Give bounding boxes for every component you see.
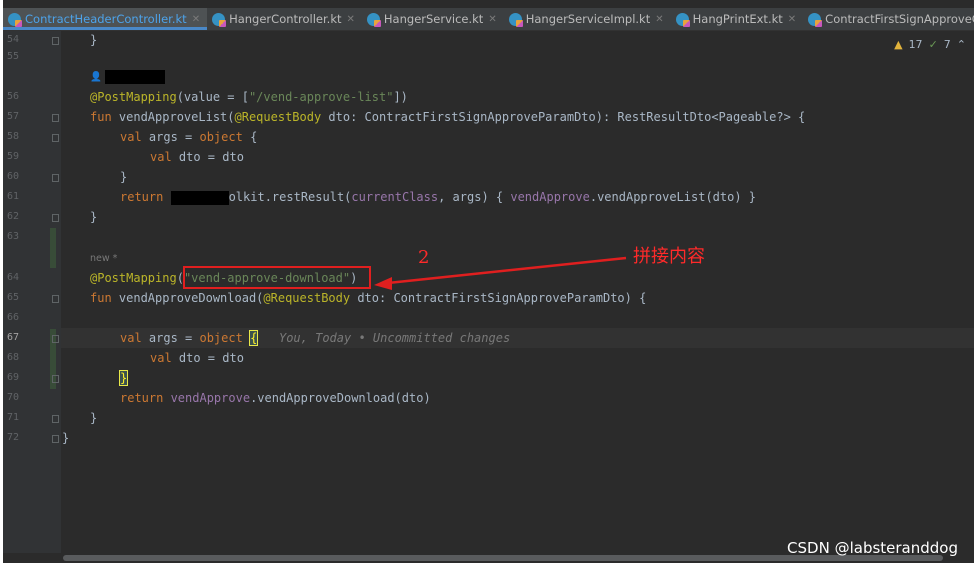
- watermark: CSDN @labsteranddog: [787, 539, 958, 557]
- image-border: [0, 0, 3, 568]
- image-border: [0, 563, 974, 568]
- annotation-arrow: [374, 256, 627, 290]
- ide-editor: ContractHeaderController.kt ✕ HangerContr…: [0, 0, 974, 568]
- annotation-label: 拼接内容: [633, 246, 705, 267]
- annotation-number: 2: [418, 247, 430, 268]
